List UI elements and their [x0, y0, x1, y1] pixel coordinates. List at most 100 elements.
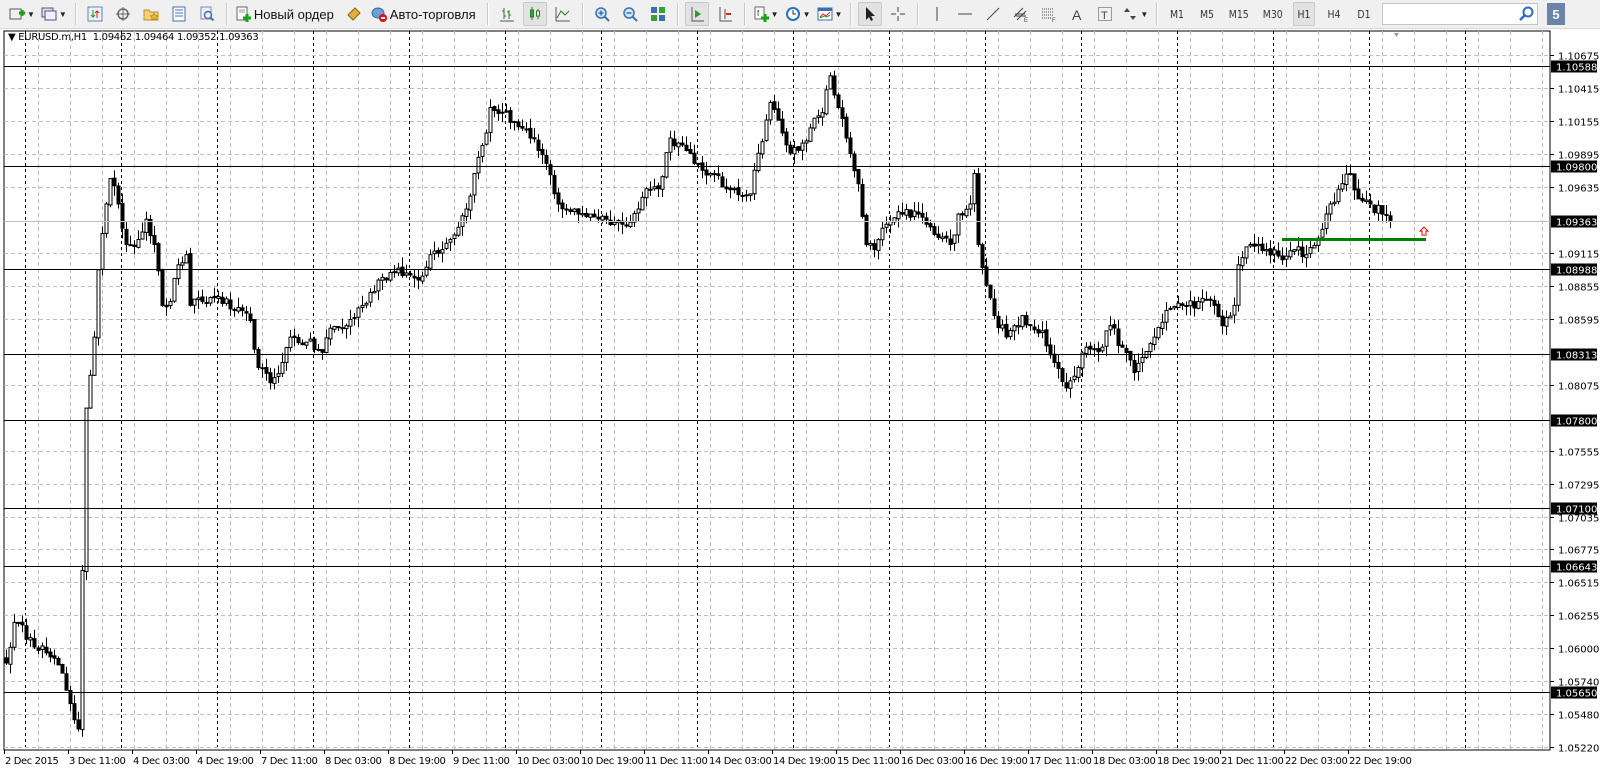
toolbar-divider: [1156, 3, 1158, 25]
tester-icon: [199, 6, 215, 22]
new-chart-button[interactable]: ▼: [8, 2, 36, 26]
bear-candle: [944, 235, 949, 239]
timeframe-m30[interactable]: M30: [1260, 2, 1285, 26]
chart-window[interactable]: 1.10675 1.10415 1.10155 1.09895 1.09635 1.091…: [0, 29, 1600, 774]
cursor-arrow-icon: [862, 6, 878, 22]
bull-candle: [792, 147, 797, 155]
time-tick-label: 18 Dec 03:00: [1093, 756, 1155, 767]
auto-trading-button[interactable]: Авто-торговля: [370, 2, 480, 26]
bear-candle: [212, 295, 217, 299]
chart-shift-button[interactable]: [713, 2, 737, 26]
bear-candle: [1216, 303, 1221, 318]
horizontal-line-button[interactable]: [953, 2, 977, 26]
bull-candle: [84, 407, 89, 573]
navigator-button[interactable]: [139, 2, 163, 26]
candlestick-chart[interactable]: 1.106751.104151.101551.098951.096351.091…: [0, 29, 1600, 774]
crosshair-tool-button[interactable]: [886, 2, 910, 26]
timeframe-m5[interactable]: M5: [1196, 2, 1218, 26]
bull-candle: [1016, 325, 1021, 328]
bear-candle: [56, 658, 61, 666]
equidistant-channel-button[interactable]: E: [1009, 2, 1033, 26]
bear-candle: [740, 194, 745, 197]
cursor-tool-button[interactable]: [858, 2, 883, 26]
timeframe-m15[interactable]: M15: [1227, 2, 1252, 26]
bear-candle: [60, 663, 65, 674]
auto-scroll-icon: [689, 6, 705, 22]
fibonacci-button[interactable]: F: [1037, 2, 1061, 26]
bull-candle: [456, 226, 461, 236]
text-tool-button[interactable]: A: [1065, 2, 1089, 26]
bear-candle: [120, 202, 125, 229]
bear-candle: [1032, 326, 1037, 331]
bull-candle: [80, 569, 85, 731]
bear-candle: [908, 209, 913, 218]
templates-button[interactable]: ▼: [816, 2, 844, 26]
bull-candle: [876, 239, 881, 252]
bull-candle: [100, 233, 105, 270]
bear-candle: [860, 183, 865, 217]
arrows-button[interactable]: ▼: [1121, 2, 1149, 26]
time-tick-label: 11 Dec 11:00: [645, 756, 707, 767]
chart-header: ▼ EURUSD.m,H1 1.09462 1.09464 1.09352 1.…: [8, 32, 259, 43]
bear-candle: [268, 372, 273, 384]
bull-candle: [1108, 325, 1113, 331]
zoom-out-icon: [622, 6, 638, 22]
terminal-button[interactable]: [167, 2, 191, 26]
bar-chart-button[interactable]: [495, 2, 519, 26]
metaeditor-button[interactable]: [342, 2, 366, 26]
data-window-button[interactable]: [111, 2, 135, 26]
search-icon[interactable]: [1518, 6, 1534, 22]
bear-candle: [1384, 214, 1389, 217]
bull-candle: [1264, 249, 1269, 252]
bull-candle: [1196, 301, 1201, 309]
bull-candle: [756, 152, 761, 172]
bear-candle: [556, 192, 561, 205]
bear-candle: [1048, 344, 1053, 356]
candlestick-chart-button[interactable]: [522, 2, 547, 26]
line-chart-button[interactable]: [551, 2, 575, 26]
new-order-button[interactable]: Новый ордер: [234, 2, 338, 26]
svg-text:F: F: [1052, 18, 1056, 22]
profiles-button[interactable]: ▼: [40, 2, 68, 26]
price-tick-label: 1.08595: [1558, 316, 1599, 327]
zoom-out-button[interactable]: [618, 2, 642, 26]
bear-candle: [1204, 298, 1209, 301]
bull-candle: [768, 102, 773, 121]
bull-candle: [1040, 330, 1045, 334]
timeframe-m1[interactable]: M1: [1166, 2, 1188, 26]
vertical-line-button[interactable]: [925, 2, 949, 26]
zoom-in-button[interactable]: [590, 2, 614, 26]
bear-candle: [680, 142, 685, 146]
tile-windows-button[interactable]: [646, 2, 670, 26]
bull-candle: [360, 304, 365, 308]
auto-trading-icon: [371, 6, 387, 22]
market-watch-button[interactable]: [83, 2, 107, 26]
channel-icon: E: [1013, 6, 1029, 24]
text-label-button[interactable]: T: [1093, 2, 1117, 26]
timeframe-d1[interactable]: D1: [1353, 2, 1375, 26]
bear-candle: [64, 673, 69, 691]
bull-candle: [128, 244, 133, 247]
auto-scroll-button[interactable]: [684, 2, 709, 26]
bull-candle: [1244, 246, 1249, 259]
indicators-button[interactable]: f ▼: [752, 2, 780, 26]
trendline-button[interactable]: [981, 2, 1005, 26]
timeframe-h1[interactable]: H1: [1293, 2, 1316, 26]
bull-candle: [224, 298, 229, 304]
chevron-down-icon: ▼: [770, 9, 779, 19]
time-tick-label: 14 Dec 03:00: [709, 756, 771, 767]
time-tick-label: 15 Dec 11:00: [837, 756, 899, 767]
bear-candle: [624, 224, 629, 227]
bear-candle: [1208, 298, 1213, 301]
bull-candle: [1256, 243, 1261, 247]
bear-candle: [732, 188, 737, 191]
level-price-label: 1.07100: [1556, 505, 1597, 516]
periods-button[interactable]: ▼: [784, 2, 812, 26]
strategy-tester-button[interactable]: [195, 2, 219, 26]
bear-candle: [1368, 200, 1373, 205]
price-tick-label: 1.07295: [1558, 481, 1599, 492]
community-badge[interactable]: 5: [1547, 3, 1565, 25]
search-input[interactable]: [1382, 3, 1538, 25]
bear-candle: [228, 299, 233, 310]
timeframe-h4[interactable]: H4: [1323, 2, 1345, 26]
